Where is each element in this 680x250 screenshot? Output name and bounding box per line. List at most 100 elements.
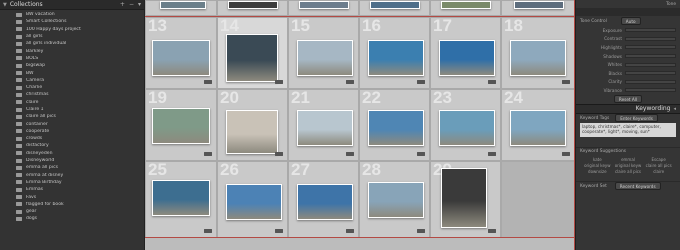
keyword-suggestion[interactable]: original keyw xyxy=(582,163,613,168)
slider-track[interactable] xyxy=(625,71,676,76)
photo-thumbnail[interactable] xyxy=(226,110,278,154)
collection-item[interactable]: disneyeden xyxy=(0,150,144,157)
metadata-badge-icon[interactable] xyxy=(488,80,496,84)
photo-thumbnail[interactable] xyxy=(439,110,495,146)
grid-cell[interactable]: 20 xyxy=(217,89,288,161)
grid-cell[interactable] xyxy=(430,0,501,16)
metadata-badge-icon[interactable] xyxy=(275,80,283,84)
collection-item[interactable]: BW vacation xyxy=(0,11,144,18)
grid-cell[interactable] xyxy=(501,0,575,16)
grid-cell[interactable]: 29 xyxy=(430,161,501,238)
collection-item[interactable]: Camera xyxy=(0,77,144,84)
photo-thumbnail[interactable] xyxy=(510,110,566,146)
collection-item[interactable]: crowds xyxy=(0,135,144,142)
metadata-badge-icon[interactable] xyxy=(346,229,354,233)
grid-cell[interactable]: 27 xyxy=(288,161,359,238)
slider-track[interactable] xyxy=(625,79,676,84)
slider-track[interactable] xyxy=(625,45,676,50)
collection-item[interactable]: BOLS xyxy=(0,55,144,62)
collection-item[interactable]: Disneyworld xyxy=(0,157,144,164)
photo-thumbnail[interactable] xyxy=(370,1,420,9)
metadata-badge-icon[interactable] xyxy=(204,80,212,84)
grid-cell[interactable]: 16 xyxy=(359,17,430,89)
collection-item[interactable]: Emmas xyxy=(0,186,144,193)
collection-item[interactable]: container xyxy=(0,120,144,127)
collection-item[interactable]: Emma Birthday xyxy=(0,179,144,186)
keyword-tags-mode-select[interactable]: Enter Keywords xyxy=(615,114,658,123)
keyword-suggestion[interactable]: downsize xyxy=(582,169,613,174)
metadata-badge-icon[interactable] xyxy=(562,80,570,84)
keyword-suggestion[interactable]: original keyw xyxy=(613,163,644,168)
photo-thumbnail[interactable] xyxy=(297,40,353,76)
metadata-badge-icon[interactable] xyxy=(417,80,425,84)
photo-thumbnail[interactable] xyxy=(226,184,282,220)
collection-item[interactable]: Barkley xyxy=(0,47,144,54)
grid-cell[interactable]: 24 xyxy=(501,89,575,161)
grid-cell[interactable]: 26 xyxy=(217,161,288,238)
grid-cell[interactable]: 18 xyxy=(501,17,575,89)
collection-item[interactable]: 100 Happy days project xyxy=(0,26,144,33)
grid-cell[interactable]: 28 xyxy=(359,161,430,238)
collection-item[interactable]: BW xyxy=(0,69,144,76)
grid-cell[interactable] xyxy=(359,0,430,16)
grid-cell[interactable]: 25 xyxy=(145,161,217,238)
collapse-triangle-icon[interactable]: ◂ xyxy=(673,106,676,112)
collection-item[interactable]: Charlie xyxy=(0,84,144,91)
metadata-badge-icon[interactable] xyxy=(275,229,283,233)
photo-thumbnail[interactable] xyxy=(299,1,349,9)
metadata-badge-icon[interactable] xyxy=(346,80,354,84)
photo-thumbnail[interactable] xyxy=(441,168,487,228)
photo-thumbnail[interactable] xyxy=(510,40,566,76)
metadata-badge-icon[interactable] xyxy=(488,229,496,233)
add-collection-icon[interactable]: + xyxy=(120,1,125,8)
collection-item[interactable]: Claire 1 xyxy=(0,106,144,113)
metadata-badge-icon[interactable] xyxy=(204,229,212,233)
metadata-badge-icon[interactable] xyxy=(275,152,283,156)
photo-thumbnail[interactable] xyxy=(439,40,495,76)
slider-track[interactable] xyxy=(625,36,676,41)
photo-thumbnail[interactable] xyxy=(368,40,424,76)
keyword-suggestion[interactable]: claire xyxy=(643,169,674,174)
keyword-suggestion[interactable]: claire all pics xyxy=(613,169,644,174)
collection-item[interactable]: bigswap xyxy=(0,62,144,69)
photo-thumbnail[interactable] xyxy=(152,108,210,144)
collection-item[interactable]: flagged for book xyxy=(0,201,144,208)
keyword-suggestion[interactable]: kate xyxy=(582,157,613,162)
slider-track[interactable] xyxy=(625,62,676,67)
remove-collection-icon[interactable]: − xyxy=(129,1,134,8)
collapse-triangle-icon[interactable]: ▼ xyxy=(3,2,7,8)
grid-cell[interactable]: 23 xyxy=(430,89,501,161)
grid-cell[interactable]: 14 xyxy=(217,17,288,89)
keyword-suggestion[interactable]: claire all pics xyxy=(643,163,674,168)
keywording-header[interactable]: Keywording ◂ xyxy=(576,103,680,114)
collection-item[interactable]: emma all pics xyxy=(0,164,144,171)
photo-thumbnail[interactable] xyxy=(152,180,210,216)
collection-item[interactable]: claire xyxy=(0,99,144,106)
reset-all-button[interactable]: Reset All xyxy=(613,95,643,104)
photo-thumbnail[interactable] xyxy=(152,40,210,76)
metadata-badge-icon[interactable] xyxy=(488,152,496,156)
metadata-badge-icon[interactable] xyxy=(204,152,212,156)
collections-header[interactable]: ▼ Collections + − ▾ xyxy=(0,0,144,10)
slider-track[interactable] xyxy=(625,28,676,33)
metadata-badge-icon[interactable] xyxy=(417,229,425,233)
grid-cell[interactable] xyxy=(501,161,575,238)
collection-item[interactable]: Smart Collections xyxy=(0,18,144,25)
collection-item[interactable]: disfactory xyxy=(0,142,144,149)
metadata-badge-icon[interactable] xyxy=(346,152,354,156)
collection-item[interactable]: christmas xyxy=(0,91,144,98)
photo-thumbnail[interactable] xyxy=(514,1,564,9)
keyword-text-field[interactable]: laptop, christmas*, claire*, computer, c… xyxy=(580,122,676,137)
photo-thumbnail[interactable] xyxy=(297,184,353,220)
grid-cell[interactable] xyxy=(145,0,217,16)
photo-thumbnail[interactable] xyxy=(441,1,491,9)
photo-thumbnail[interactable] xyxy=(228,1,278,9)
photo-thumbnail[interactable] xyxy=(160,1,206,9)
metadata-badge-icon[interactable] xyxy=(417,152,425,156)
keyword-suggestion[interactable]: emmal xyxy=(613,157,644,162)
collection-item[interactable]: emma at disney xyxy=(0,172,144,179)
photo-thumbnail[interactable] xyxy=(368,182,424,218)
grid-cell[interactable]: 17 xyxy=(430,17,501,89)
collection-item[interactable]: Favs xyxy=(0,193,144,200)
collection-item[interactable]: all girls individual xyxy=(0,40,144,47)
